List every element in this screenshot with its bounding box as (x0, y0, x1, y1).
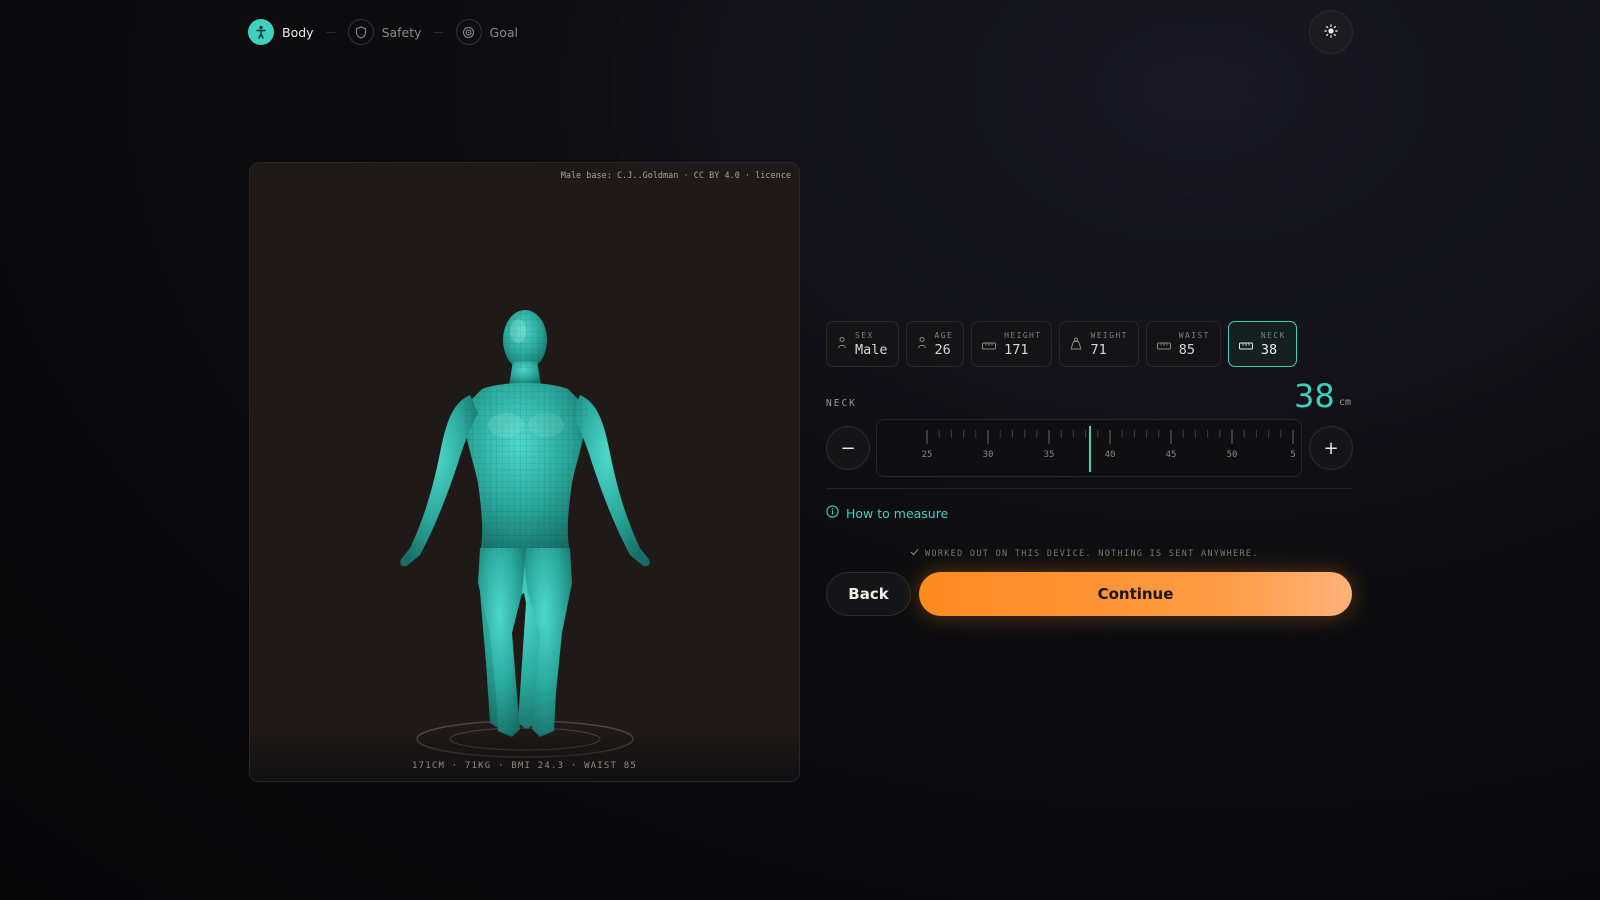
ruler-tick-label: 25 (922, 450, 933, 460)
weight-icon (1070, 335, 1083, 354)
check-icon (910, 548, 919, 559)
plus-icon: + (1323, 437, 1339, 459)
chip-value: 38 (1260, 341, 1278, 358)
back-button[interactable]: Back (826, 572, 911, 616)
ruler-tick-label: 30 (983, 450, 994, 460)
ruler-tick-label: 40 (1105, 450, 1116, 460)
decrement-button[interactable]: − (826, 426, 870, 470)
measure-unit: cm (1339, 397, 1352, 408)
chip-label: HEIGHT (1004, 330, 1042, 340)
chip-label: WEIGHT (1090, 330, 1128, 340)
chip-value: 71 (1090, 341, 1107, 358)
step-goal[interactable]: Goal (455, 19, 519, 45)
how-to-measure-link[interactable]: How to measure (826, 505, 948, 521)
step-separator: — (433, 26, 444, 38)
measure-label: NECK (826, 398, 857, 409)
chip-label: SEX (855, 330, 874, 340)
step-label: Safety (381, 24, 422, 40)
sun-icon (1324, 23, 1338, 42)
minus-icon: − (840, 437, 856, 459)
ruler-icon (982, 335, 997, 354)
chip-age[interactable]: AGE 26 (905, 321, 965, 367)
theme-toggle-button[interactable] (1309, 10, 1353, 54)
chip-waist[interactable]: WAIST 85 (1145, 321, 1221, 367)
ruler-scale: 25 30 35 40 45 50 5 (922, 426, 1296, 472)
neck-ruler-slider[interactable]: 25 30 35 40 45 50 5 (876, 419, 1302, 477)
info-icon (826, 505, 839, 521)
chip-label: NECK (1260, 330, 1286, 340)
figure-icon (248, 19, 274, 45)
step-separator: — (325, 26, 336, 38)
viewer-footer (250, 731, 799, 781)
ruler-tick-label: 35 (1044, 450, 1055, 460)
chip-value: 171 (1004, 341, 1029, 358)
chip-label: WAIST (1178, 330, 1210, 340)
step-label: Body (282, 24, 314, 40)
body-summary-stats: 171CM · 71KG · BMI 24.3 · WAIST 85 (411, 761, 638, 771)
measurement-chips: SEX Male AGE 26 HEIGHT 171 WEIGHT 71 WAI… (826, 321, 1297, 367)
ruler-tick-label: 50 (1227, 450, 1238, 460)
step-safety[interactable]: Safety (347, 19, 422, 45)
chip-value: 85 (1178, 341, 1196, 358)
body-model-viewer[interactable]: Male base: C.J..Goldman · CC BY 4.0 · li… (249, 162, 800, 782)
ruler-tick-label: 45 (1166, 450, 1177, 460)
measure-value: 38 (1294, 377, 1335, 415)
increment-button[interactable]: + (1309, 426, 1353, 470)
chip-neck[interactable]: NECK 38 (1227, 321, 1297, 367)
body-model (400, 310, 650, 758)
privacy-text: WORKED OUT ON THIS DEVICE. NOTHING IS SE… (925, 548, 1259, 559)
step-label: Goal (489, 24, 519, 40)
chip-sex[interactable]: SEX Male (826, 321, 899, 367)
ruler-tick-label: 5 (1290, 450, 1295, 460)
chip-value: Male (855, 341, 888, 358)
divider (826, 488, 1352, 489)
person-icon (837, 335, 847, 354)
ruler-icon (1238, 335, 1253, 354)
step-body[interactable]: Body (248, 19, 314, 45)
chip-label: AGE (934, 330, 954, 340)
ruler-icon (1156, 335, 1171, 354)
target-icon (455, 19, 482, 45)
chip-weight[interactable]: WEIGHT 71 (1059, 321, 1139, 367)
shield-icon (347, 19, 374, 45)
progress-stepper: Body — Safety — Goal (248, 19, 518, 45)
chip-height[interactable]: HEIGHT 171 (971, 321, 1053, 367)
how-to-measure-label: How to measure (846, 505, 949, 521)
privacy-note: WORKED OUT ON THIS DEVICE. NOTHING IS SE… (910, 548, 1259, 559)
continue-button[interactable]: Continue (919, 572, 1352, 616)
person-icon (917, 335, 927, 354)
model-credit: Male base: C.J..Goldman · CC BY 4.0 · li… (560, 171, 791, 181)
chip-value: 26 (934, 341, 951, 358)
